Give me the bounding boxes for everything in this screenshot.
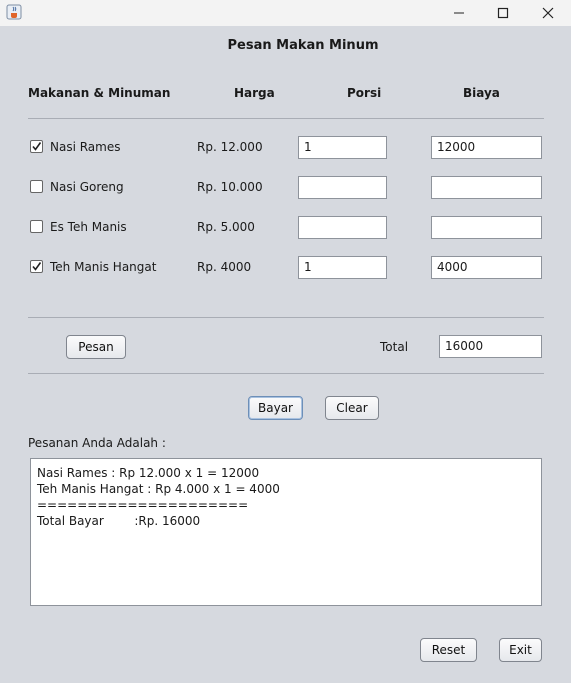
column-header-portion: Porsi: [347, 86, 382, 100]
clear-button[interactable]: Clear: [325, 396, 379, 420]
summary-line: =====================: [37, 498, 249, 512]
checkbox-nasi-goreng[interactable]: [30, 180, 43, 193]
check-icon: [32, 142, 42, 151]
maximize-button[interactable]: [480, 0, 526, 26]
item-price: Rp. 10.000: [197, 180, 263, 194]
exit-button[interactable]: Exit: [499, 638, 542, 662]
item-label: Nasi Rames: [50, 140, 121, 154]
divider: [28, 373, 544, 374]
divider: [28, 317, 544, 318]
divider: [28, 118, 544, 119]
minimize-icon: [454, 12, 464, 14]
summary-line: Nasi Rames : Rp 12.000 x 1 = 12000: [37, 466, 260, 480]
portion-field-teh-manis-hangat[interactable]: 1: [298, 256, 387, 279]
java-cup-icon: [6, 4, 22, 20]
cost-field-nasi-rames[interactable]: 12000: [431, 136, 542, 159]
summary-line: Total Bayar :Rp. 16000: [37, 514, 201, 528]
title-bar: [0, 0, 571, 26]
cost-field-es-teh-manis[interactable]: [431, 216, 542, 239]
checkbox-es-teh-manis[interactable]: [30, 220, 43, 233]
item-price: Rp. 5.000: [197, 220, 255, 234]
minimize-button[interactable]: [436, 0, 482, 26]
column-header-cost: Biaya: [463, 86, 500, 100]
reset-button[interactable]: Reset: [420, 638, 477, 662]
summary-line: Teh Manis Hangat : Rp 4.000 x 1 = 4000: [37, 482, 280, 496]
item-label: Es Teh Manis: [50, 220, 127, 234]
maximize-icon: [497, 7, 509, 19]
close-icon: [542, 7, 554, 19]
item-price: Rp. 4000: [197, 260, 252, 274]
checkbox-nasi-rames[interactable]: [30, 140, 43, 153]
check-icon: [32, 262, 42, 271]
page-title: Pesan Makan Minum: [227, 38, 379, 53]
portion-field-nasi-rames[interactable]: 1: [298, 136, 387, 159]
total-field[interactable]: 16000: [439, 335, 542, 358]
summary-label: Pesanan Anda Adalah :: [28, 436, 166, 450]
order-button[interactable]: Pesan: [66, 335, 126, 359]
column-header-price: Harga: [234, 86, 275, 100]
cost-field-teh-manis-hangat[interactable]: 4000: [431, 256, 542, 279]
total-label: Total: [380, 340, 409, 354]
checkbox-teh-manis-hangat[interactable]: [30, 260, 43, 273]
order-summary-textarea[interactable]: Nasi Rames : Rp 12.000 x 1 = 12000 Teh M…: [30, 458, 542, 606]
item-price: Rp. 12.000: [197, 140, 263, 154]
item-label: Nasi Goreng: [50, 180, 124, 194]
portion-field-es-teh-manis[interactable]: [298, 216, 387, 239]
cost-field-nasi-goreng[interactable]: [431, 176, 542, 199]
pay-button[interactable]: Bayar: [248, 396, 303, 420]
column-header-item: Makanan & Minuman: [28, 86, 171, 100]
item-label: Teh Manis Hangat: [50, 260, 157, 274]
close-button[interactable]: [525, 0, 571, 26]
portion-field-nasi-goreng[interactable]: [298, 176, 387, 199]
